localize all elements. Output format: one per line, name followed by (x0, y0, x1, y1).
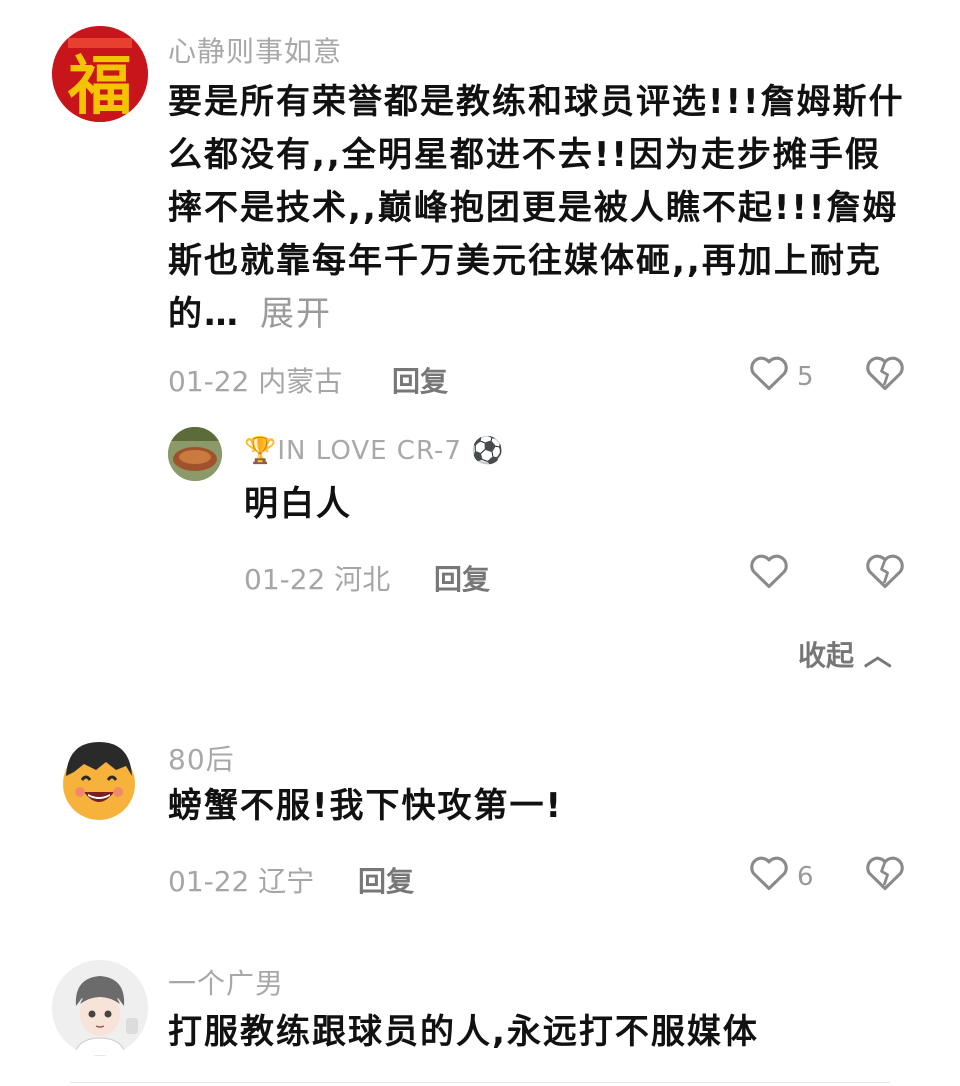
user-avatar[interactable]: 福 (52, 26, 148, 122)
like-count: 6 (797, 862, 814, 892)
reply-button[interactable]: 回复 (434, 558, 490, 598)
heart-outline-icon[interactable] (748, 552, 790, 590)
collapse-replies-button[interactable]: 收起 ︿ (798, 634, 892, 674)
username[interactable]: 心静则事如意 (168, 30, 342, 70)
comment-text: 明白人 (244, 484, 352, 524)
comment-text: 要是所有荣誉都是教练和球员评选!!!詹姆斯什么都没有,,全明星都进不去!!因为走… (168, 76, 913, 341)
comment-date-location: 01-22 辽宁 (168, 865, 315, 898)
comment-date-location: 01-22 内蒙古 (168, 365, 343, 398)
comment-date-location: 01-22 河北 (244, 563, 391, 596)
food-photo-avatar-icon (168, 427, 222, 481)
anime-boy-avatar-icon (52, 960, 148, 1056)
svg-text:福: 福 (67, 49, 132, 122)
like-count: 5 (797, 362, 814, 392)
comment-text: 打服教练跟球员的人,永远打不服媒体 (168, 1012, 759, 1052)
expand-link[interactable]: 展开 (260, 294, 332, 334)
broken-heart-icon[interactable] (864, 854, 906, 892)
username[interactable]: 🏆IN LOVE CR-7 ⚽ (244, 436, 505, 466)
broken-heart-icon[interactable] (864, 354, 906, 392)
username[interactable]: 80后 (168, 738, 235, 778)
user-avatar[interactable] (52, 960, 148, 1056)
reply-button[interactable]: 回复 (358, 860, 414, 900)
bottom-divider (70, 1082, 890, 1083)
comment-text: 螃蟹不服!我下快攻第一! (168, 786, 564, 826)
heart-outline-icon[interactable] (748, 354, 790, 392)
heart-outline-icon[interactable] (748, 854, 790, 892)
laughing-boy-avatar-icon (63, 742, 135, 820)
user-avatar[interactable] (168, 427, 222, 481)
broken-heart-icon[interactable] (864, 552, 906, 590)
fu-character-avatar-icon: 福 (52, 26, 148, 122)
user-avatar[interactable] (56, 736, 142, 822)
reply-button[interactable]: 回复 (392, 360, 448, 400)
username[interactable]: 一个广男 (168, 962, 284, 1002)
